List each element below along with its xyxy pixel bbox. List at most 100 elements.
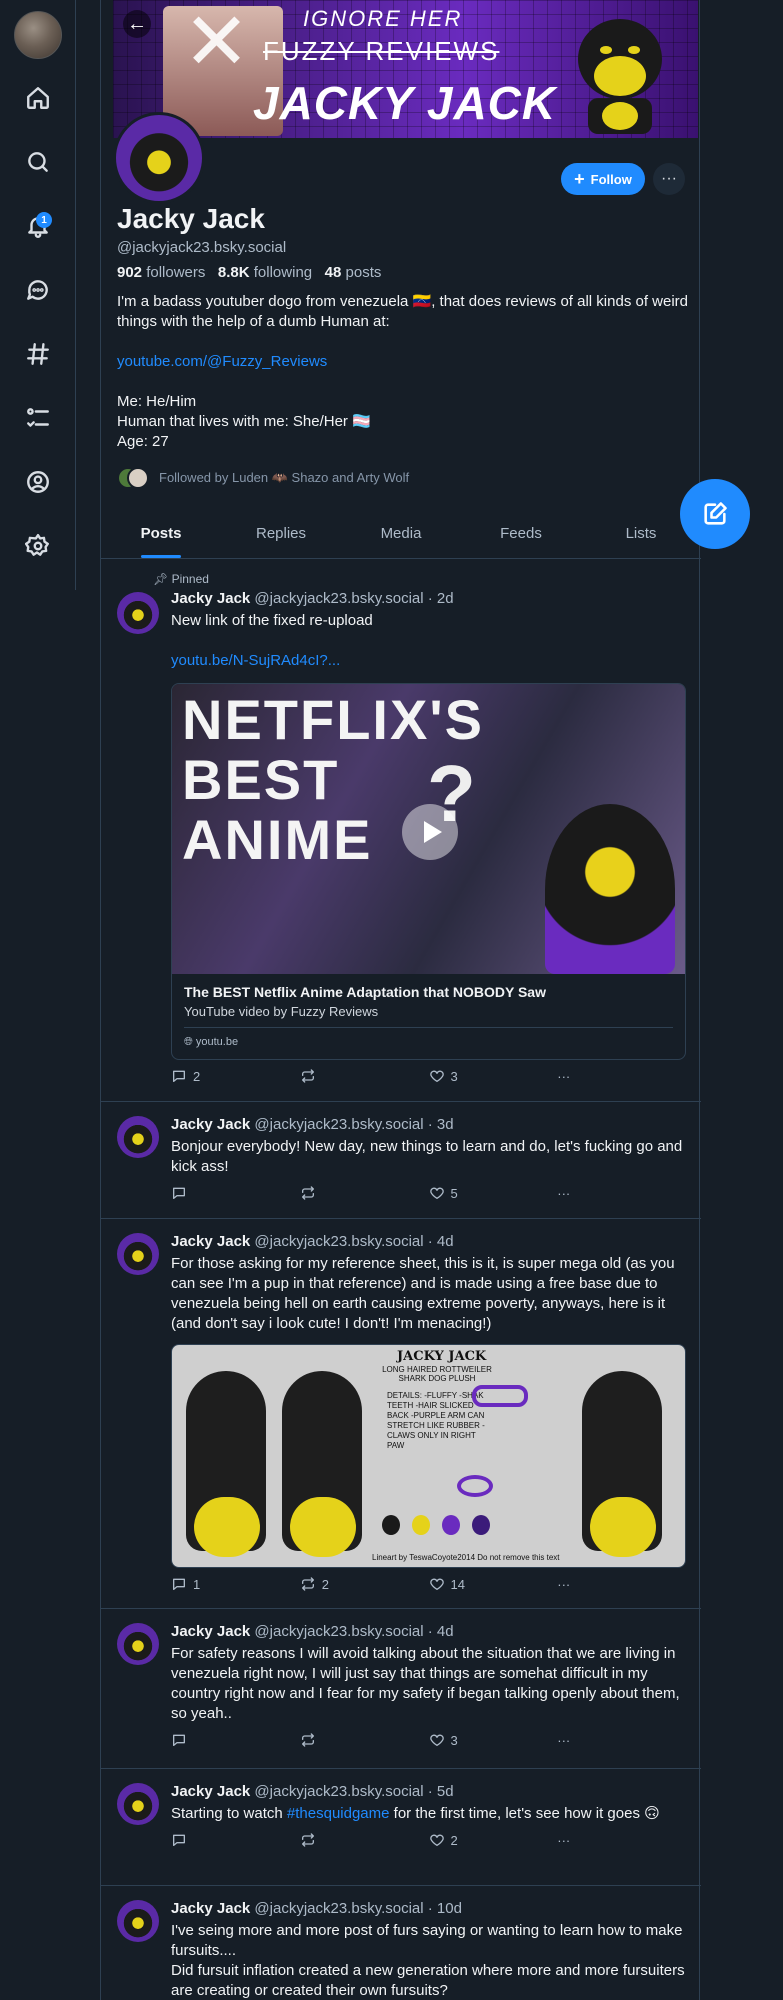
followers-link[interactable]: 902 followers [117, 264, 205, 281]
post-author[interactable]: Jacky Jack [171, 1623, 250, 1640]
reply-count: 1 [193, 1576, 201, 1592]
ref-glasses [472, 1385, 528, 1407]
post-author[interactable]: Jacky Jack [171, 1233, 250, 1250]
following-count: 8.8K [217, 264, 250, 281]
ref-paw-swatch [412, 1515, 430, 1535]
like-button[interactable]: 14 [429, 1576, 558, 1592]
repost-icon [301, 1833, 314, 1847]
bio-youtube-link[interactable]: youtube.com/@Fuzzy_Reviews [117, 352, 697, 372]
post-more-button[interactable]: ··· [557, 1068, 686, 1084]
repost-button[interactable]: 2 [300, 1576, 429, 1592]
profile-avatar[interactable] [113, 112, 205, 204]
profile-bio: I'm a badass youtuber dogo from venezuel… [117, 292, 697, 452]
reply-button[interactable]: 1 [171, 1576, 300, 1592]
follow-label: Follow [590, 171, 632, 187]
post-more-button[interactable]: ··· [557, 1576, 686, 1592]
current-user-avatar[interactable] [14, 11, 62, 59]
banner-text-crossed: FUZZY REVIEWS [263, 36, 500, 66]
nav-home[interactable] [18, 78, 58, 118]
post-more-button[interactable]: ··· [557, 1185, 686, 1201]
ref-figure-belly [194, 1497, 260, 1557]
nav-feeds[interactable] [18, 334, 58, 374]
post[interactable]: Jacky Jack @jackyjack23.bsky.social · 2d… [101, 588, 701, 1102]
ref-figure-belly [290, 1497, 356, 1557]
post-header: Jacky Jack @jackyjack23.bsky.social · 4d [171, 1233, 686, 1250]
post-link[interactable]: youtu.be/N-SujRAd4cI?... [171, 652, 340, 669]
posts-label: posts [341, 264, 382, 281]
repost-button[interactable] [300, 1832, 429, 1848]
post[interactable]: Jacky Jack @jackyjack23.bsky.social · 3d… [101, 1102, 701, 1219]
follow-button[interactable]: + Follow [561, 163, 645, 195]
like-button[interactable]: 3 [429, 1732, 558, 1748]
nav-chat[interactable] [18, 270, 58, 310]
nav-settings[interactable] [18, 526, 58, 566]
repost-button[interactable] [300, 1732, 429, 1748]
pin-icon: 📌︎ [153, 572, 169, 586]
tab-posts[interactable]: Posts [101, 513, 221, 558]
reply-count: 2 [193, 1068, 201, 1084]
post-author[interactable]: Jacky Jack [171, 1900, 250, 1917]
profile-banner: ✕ IGNORE HER FUZZY REVIEWS JACKY JACK ← [113, 0, 698, 138]
compose-button[interactable] [680, 479, 750, 549]
post-author[interactable]: Jacky Jack [171, 1783, 250, 1800]
post-meta: @jackyjack23.bsky.social · 10d [250, 1900, 462, 1917]
tab-replies[interactable]: Replies [221, 513, 341, 558]
link-embed-card[interactable]: NETFLIX'S BEST ANIME ? The BEST Netflix … [171, 683, 686, 1060]
reply-button[interactable] [171, 1732, 300, 1748]
profile-column: ✕ IGNORE HER FUZZY REVIEWS JACKY JACK ← … [100, 0, 701, 2000]
repost-button[interactable] [300, 1068, 429, 1084]
reply-button[interactable] [171, 1832, 300, 1848]
post-actions: 1 2 14 ··· [171, 1576, 686, 1592]
like-button[interactable]: 3 [429, 1068, 558, 1084]
profile-tabs: Posts Replies Media Feeds Lists [101, 513, 701, 559]
repost-button[interactable] [300, 1185, 429, 1201]
post-avatar[interactable] [117, 1623, 159, 1665]
banner-dog-illustration [578, 19, 662, 134]
post[interactable]: Jacky Jack @jackyjack23.bsky.social · 10… [101, 1886, 701, 2000]
play-icon[interactable] [402, 804, 458, 860]
notification-badge: 1 [36, 212, 52, 228]
following-link[interactable]: 8.8K following [218, 264, 312, 281]
post-avatar[interactable] [117, 1900, 159, 1942]
embed-domain-text: youtu.be [195, 1036, 239, 1048]
profile-more-button[interactable]: ··· [653, 163, 685, 195]
followed-by-row[interactable]: Followed by Luden 🦇 Shazo and Arty Wolf [117, 467, 409, 489]
post-header: Jacky Jack @jackyjack23.bsky.social · 2d [171, 590, 686, 607]
reply-button[interactable] [171, 1185, 300, 1201]
post-header: Jacky Jack @jackyjack23.bsky.social · 10… [171, 1900, 686, 1917]
nav-profile[interactable] [18, 462, 58, 502]
post-more-button[interactable]: ··· [557, 1732, 686, 1748]
post-header: Jacky Jack @jackyjack23.bsky.social · 5d [171, 1783, 686, 1800]
following-label: following [249, 264, 313, 281]
nav-search[interactable] [18, 142, 58, 182]
reply-button[interactable]: 2 [171, 1068, 300, 1084]
like-button[interactable]: 5 [429, 1185, 558, 1201]
ref-figure-belly [590, 1497, 656, 1557]
like-button[interactable]: 2 [429, 1832, 558, 1848]
post-avatar[interactable] [117, 1116, 159, 1158]
settings-icon [25, 533, 49, 556]
back-button[interactable]: ← [123, 10, 151, 38]
post-avatar[interactable] [117, 592, 159, 634]
post-meta: @jackyjack23.bsky.social · 3d [250, 1116, 454, 1133]
tab-feeds[interactable]: Feeds [461, 513, 581, 558]
post-avatar[interactable] [117, 1233, 159, 1275]
hashtag-link[interactable]: #thesquidgame [287, 1805, 390, 1822]
post[interactable]: Jacky Jack @jackyjack23.bsky.social · 5d… [101, 1769, 701, 1886]
ref-paw-swatch [382, 1515, 400, 1535]
left-nav-rail: 1 [0, 0, 76, 590]
nav-lists[interactable] [18, 398, 58, 438]
like-count: 2 [450, 1832, 458, 1848]
post-body: Jacky Jack @jackyjack23.bsky.social · 5d… [171, 1783, 686, 1848]
post-author[interactable]: Jacky Jack [171, 590, 250, 607]
post-more-button[interactable]: ··· [557, 1832, 686, 1848]
post[interactable]: Jacky Jack @jackyjack23.bsky.social · 4d… [101, 1219, 701, 1609]
tab-media[interactable]: Media [341, 513, 461, 558]
like-count: 3 [450, 1732, 458, 1748]
video-thumbnail[interactable]: NETFLIX'S BEST ANIME ? [172, 684, 685, 974]
followers-count: 902 [117, 264, 143, 281]
post-author[interactable]: Jacky Jack [171, 1116, 250, 1133]
reference-sheet-image[interactable]: JACKY JACK LONG HAIRED ROTTWEILER SHARK … [171, 1344, 686, 1568]
post[interactable]: Jacky Jack @jackyjack23.bsky.social · 4d… [101, 1609, 701, 1769]
post-avatar[interactable] [117, 1783, 159, 1825]
